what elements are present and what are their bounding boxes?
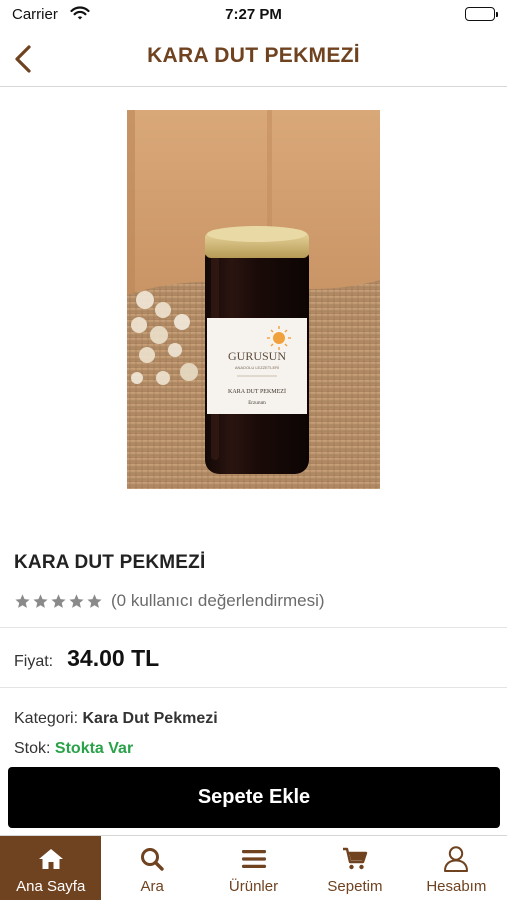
- tab-cart-label: Sepetim: [327, 878, 383, 895]
- add-to-cart-button[interactable]: Sepete Ekle: [8, 767, 500, 828]
- page-title: KARA DUT PEKMEZİ: [147, 44, 360, 67]
- navigation-bar: KARA DUT PEKMEZİ: [0, 30, 507, 87]
- tab-products-label: Ürünler: [228, 878, 279, 895]
- product-image: GURUSUN ANADOLU LEZZETLERİ KARA DUT PEKM…: [127, 110, 380, 489]
- star-icon: [87, 593, 102, 608]
- stock-row: Stok: Stokta Var: [14, 740, 133, 758]
- tab-home[interactable]: Ana Sayfa: [0, 836, 102, 900]
- rating-count-text: (0 kullanıcı değerlendirmesi): [111, 591, 325, 610]
- tab-search[interactable]: Ara: [101, 836, 202, 900]
- stock-status: Stokta Var: [54, 740, 134, 757]
- tab-products[interactable]: Ürünler: [203, 836, 304, 900]
- product-rating: (0 kullanıcı değerlendirmesi): [14, 590, 325, 612]
- cart-icon: [341, 845, 369, 873]
- price-value: 34.00 TL: [67, 645, 160, 671]
- tab-account-label: Hesabım: [426, 878, 487, 895]
- star-icon: [51, 593, 66, 608]
- divider: [0, 627, 507, 628]
- star-icon: [33, 593, 48, 608]
- svg-text:KARA DUT PEKMEZİ: KARA DUT PEKMEZİ: [228, 388, 286, 395]
- tab-account[interactable]: Hesabım: [406, 836, 507, 900]
- stock-label: Stok:: [14, 740, 51, 757]
- tab-bar: Ana Sayfa Ara Ürünler Sepetim Hesabım: [0, 835, 507, 900]
- user-icon: [442, 845, 470, 873]
- tab-cart[interactable]: Sepetim: [304, 836, 405, 900]
- home-icon: [37, 845, 65, 873]
- category-label: Kategori:: [14, 710, 79, 727]
- tab-search-label: Ara: [140, 878, 164, 895]
- status-bar: Carrier 7:27 PM: [0, 0, 507, 30]
- menu-icon: [240, 845, 268, 873]
- divider: [0, 687, 507, 688]
- product-name: KARA DUT PEKMEZİ: [14, 552, 206, 573]
- svg-text:ANADOLU LEZZETLERİ: ANADOLU LEZZETLERİ: [235, 365, 279, 370]
- star-icon: [15, 593, 30, 608]
- price-row: Fiyat: 34.00 TL: [14, 645, 159, 673]
- status-time: 7:27 PM: [225, 6, 282, 23]
- battery-icon: [465, 7, 498, 21]
- star-icon: [69, 593, 84, 608]
- rating-stars: [14, 593, 103, 610]
- svg-text:Erzurum: Erzurum: [248, 401, 266, 406]
- category-value: Kara Dut Pekmezi: [82, 710, 218, 727]
- tab-home-label: Ana Sayfa: [16, 878, 86, 895]
- category-row: Kategori: Kara Dut Pekmezi: [14, 710, 218, 728]
- search-icon: [138, 845, 166, 873]
- price-label: Fiyat:: [14, 653, 54, 670]
- brand-logo: GURUSUN: [228, 349, 286, 363]
